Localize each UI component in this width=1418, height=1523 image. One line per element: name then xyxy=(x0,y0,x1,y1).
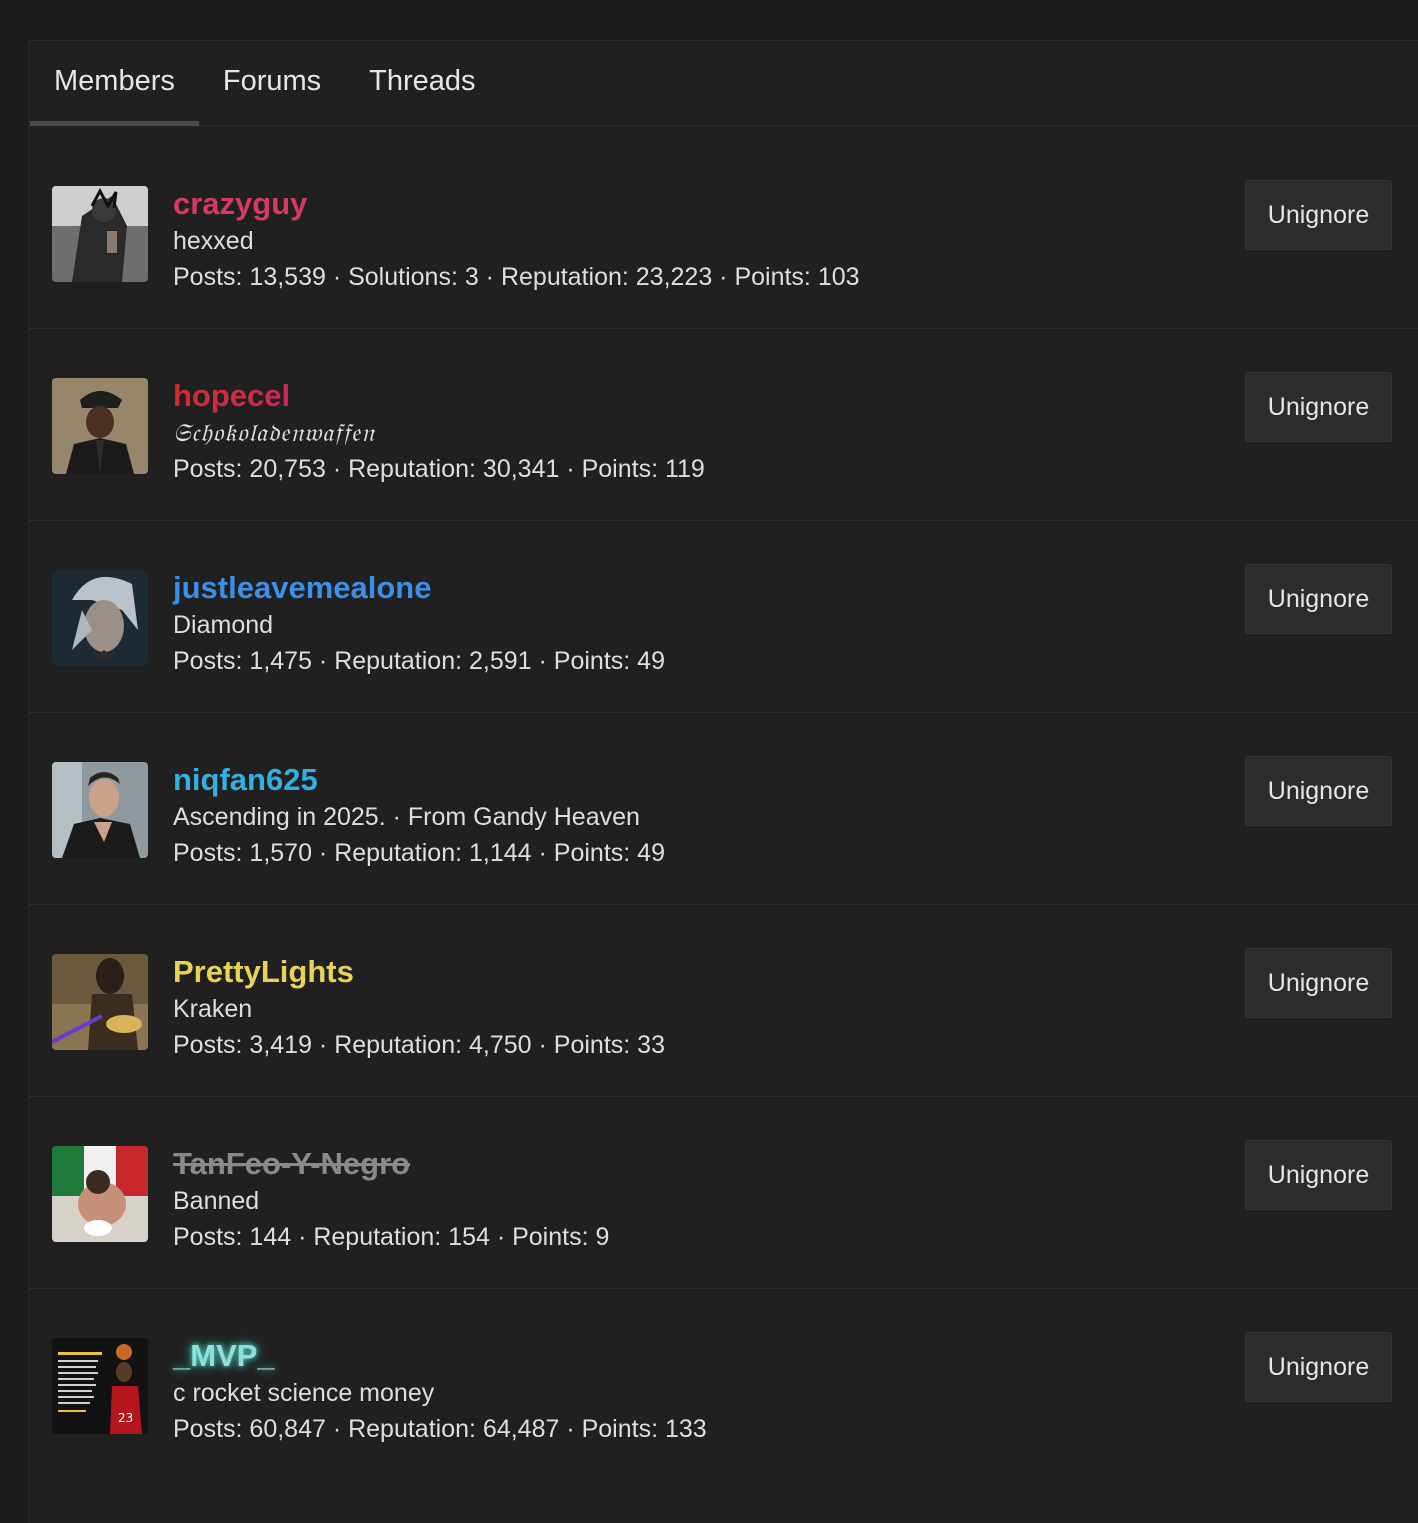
username-link[interactable]: crazyguy xyxy=(173,185,860,223)
avatar[interactable] xyxy=(52,378,148,474)
user-title: c rocket science money xyxy=(173,1379,435,1407)
avatar[interactable] xyxy=(52,570,148,666)
unignore-button[interactable]: Unignore xyxy=(1245,372,1392,442)
user-title: Kraken xyxy=(173,995,253,1023)
unignore-button[interactable]: Unignore xyxy=(1245,756,1392,826)
user-stats: Posts: 1,475 · Reputation: 2,591 · Point… xyxy=(173,647,665,675)
avatar[interactable] xyxy=(52,1146,148,1242)
user-stats: Posts: 60,847 · Reputation: 64,487 · Poi… xyxy=(173,1415,707,1443)
user-stats: Posts: 20,753 · Reputation: 30,341 · Poi… xyxy=(173,455,705,483)
unignore-button[interactable]: Unignore xyxy=(1245,564,1392,634)
username-link[interactable]: _MVP_ xyxy=(173,1337,707,1375)
user-title: Banned xyxy=(173,1187,260,1215)
user-stats: Posts: 144 · Reputation: 154 · Points: 9 xyxy=(173,1223,610,1251)
avatar[interactable] xyxy=(52,762,148,858)
username-link[interactable]: justleavemealone xyxy=(173,569,665,607)
user-title: 𝔖𝔠𝔥𝔬𝔨𝔬𝔩𝔞𝔡𝔢𝔫𝔴𝔞𝔣𝔣𝔢𝔫 xyxy=(173,418,375,447)
user-title: hexxed xyxy=(173,227,254,255)
member-row: hopecel 𝔖𝔠𝔥𝔬𝔨𝔬𝔩𝔞𝔡𝔢𝔫𝔴𝔞𝔣𝔣𝔢𝔫 Posts: 20,753 … xyxy=(29,329,1418,521)
unignore-button[interactable]: Unignore xyxy=(1245,1332,1392,1402)
avatar[interactable]: 23 xyxy=(52,1338,148,1434)
member-row: 23 _MVP_ c rocket science money Posts: 6… xyxy=(29,1289,1418,1481)
user-stats: Posts: 3,419 · Reputation: 4,750 · Point… xyxy=(173,1031,665,1059)
member-list: crazyguy hexxed Posts: 13,539 · Solution… xyxy=(29,137,1418,1481)
avatar[interactable] xyxy=(52,954,148,1050)
tab-forums[interactable]: Forums xyxy=(199,41,345,125)
username-link[interactable]: PrettyLights xyxy=(173,953,665,991)
unignore-button[interactable]: Unignore xyxy=(1245,948,1392,1018)
user-title: Ascending in 2025. · From Gandy Heaven xyxy=(173,803,640,831)
username-link[interactable]: TanFeo-Y-Negro xyxy=(173,1145,609,1183)
unignore-button[interactable]: Unignore xyxy=(1245,1140,1392,1210)
user-title: Diamond xyxy=(173,611,274,639)
tab-threads[interactable]: Threads xyxy=(345,41,499,125)
tab-members[interactable]: Members xyxy=(30,41,199,126)
member-row: TanFeo-Y-Negro Banned Posts: 144 · Reput… xyxy=(29,1097,1418,1289)
unignore-button[interactable]: Unignore xyxy=(1245,180,1392,250)
member-row: crazyguy hexxed Posts: 13,539 · Solution… xyxy=(29,137,1418,329)
user-stats: Posts: 1,570 · Reputation: 1,144 · Point… xyxy=(173,839,665,867)
member-row: justleavemealone Diamond Posts: 1,475 · … xyxy=(29,521,1418,713)
username-link[interactable]: hopecel xyxy=(173,377,705,415)
svg-text:23: 23 xyxy=(118,1411,133,1425)
member-row: niqfan625 Ascending in 2025. · From Gand… xyxy=(29,713,1418,905)
user-stats: Posts: 13,539 · Solutions: 3 · Reputatio… xyxy=(173,263,860,291)
username-link[interactable]: niqfan625 xyxy=(173,761,665,799)
ignored-panel: Members Forums Threads crazyguy hexxed P… xyxy=(28,40,1418,1523)
member-row: PrettyLights Kraken Posts: 3,419 · Reput… xyxy=(29,905,1418,1097)
tab-bar: Members Forums Threads xyxy=(29,41,1418,126)
avatar[interactable] xyxy=(52,186,148,282)
